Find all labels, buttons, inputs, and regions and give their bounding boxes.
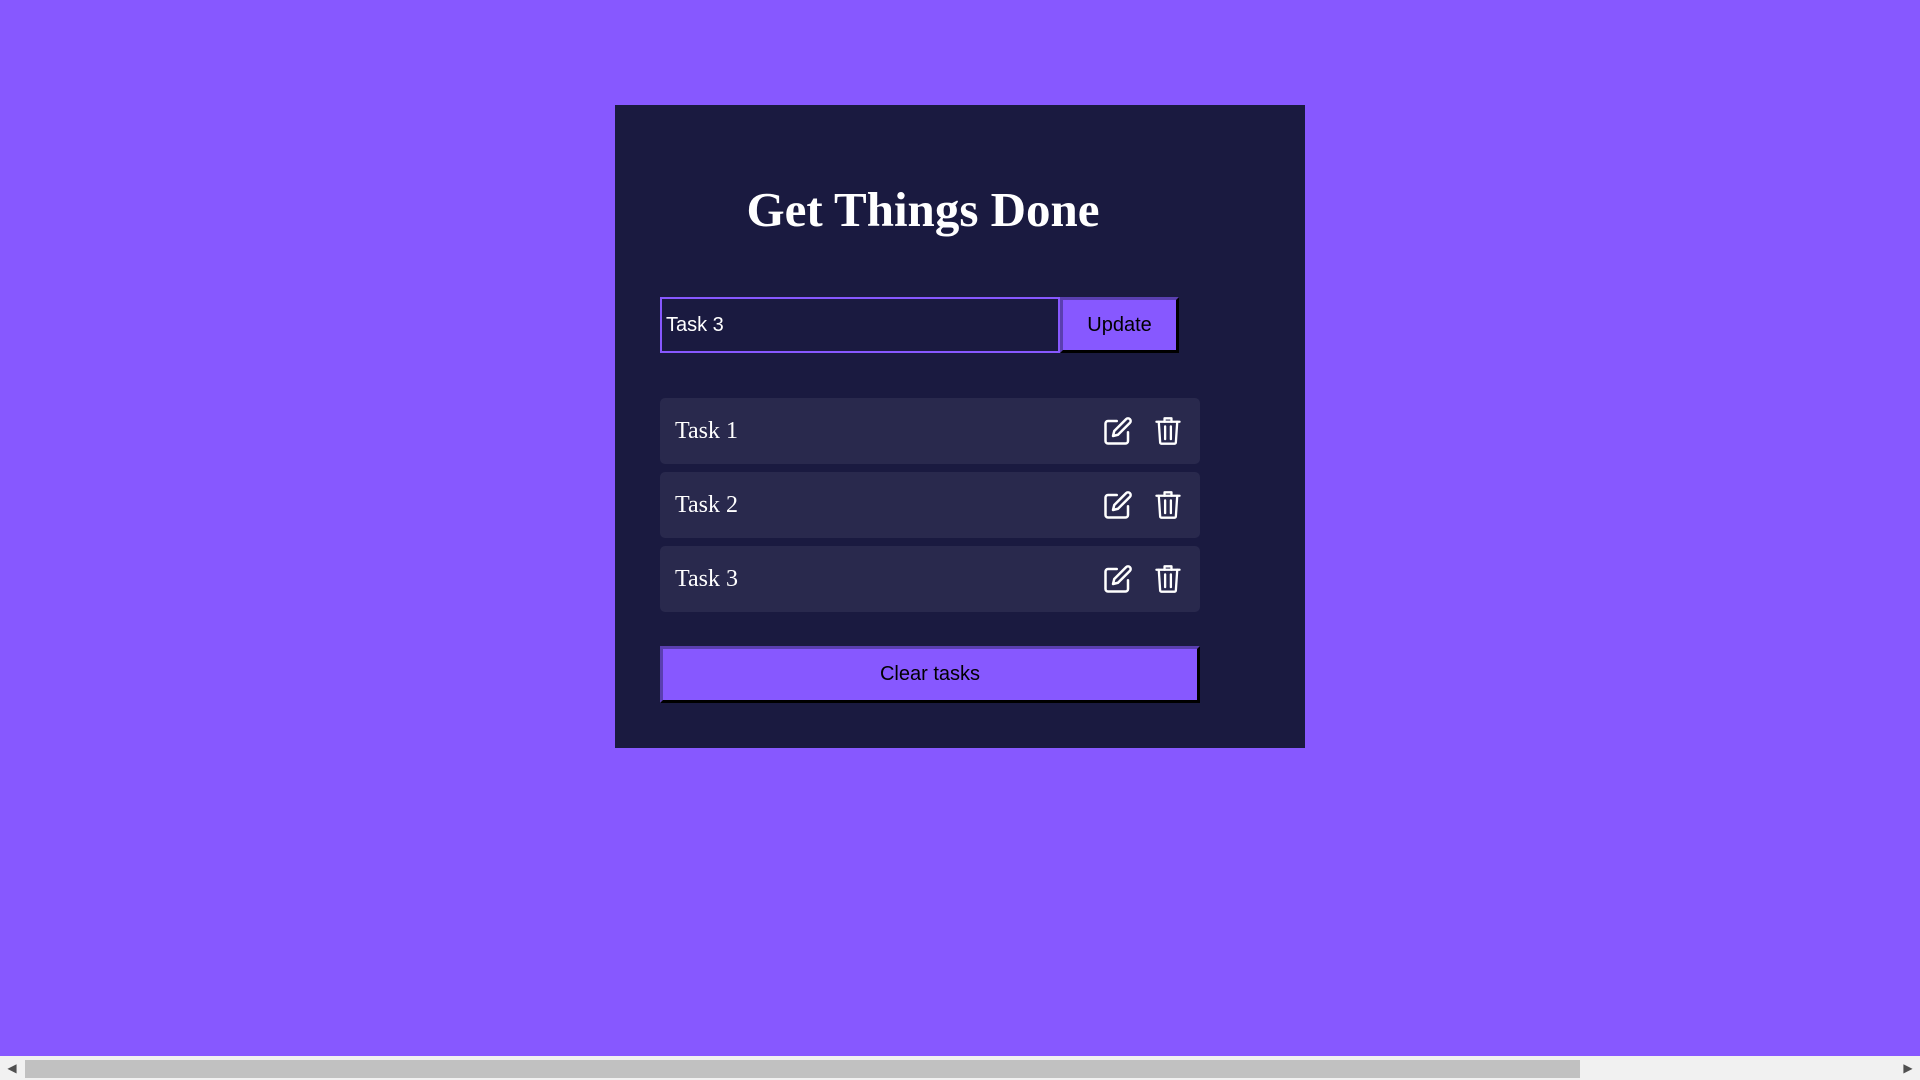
clear-tasks-button[interactable]: Clear tasks <box>660 646 1200 703</box>
task-item: Task 2 <box>660 472 1200 538</box>
update-button[interactable]: Update <box>1060 297 1179 353</box>
scrollbar-thumb[interactable] <box>25 1060 1580 1078</box>
task-form: Update <box>660 297 1179 353</box>
trash-icon[interactable] <box>1151 488 1185 522</box>
edit-icon[interactable] <box>1101 562 1135 596</box>
horizontal-scrollbar[interactable]: ◀ ▶ <box>0 1056 1920 1080</box>
task-item: Task 1 <box>660 398 1200 464</box>
task-label[interactable]: Task 2 <box>675 492 1085 519</box>
edit-icon[interactable] <box>1101 488 1135 522</box>
task-item: Task 3 <box>660 546 1200 612</box>
task-label[interactable]: Task 1 <box>675 418 1085 445</box>
scroll-right-arrow-icon[interactable]: ▶ <box>1896 1056 1920 1080</box>
scroll-left-arrow-icon[interactable]: ◀ <box>0 1056 24 1080</box>
trash-icon[interactable] <box>1151 414 1185 448</box>
task-label[interactable]: Task 3 <box>675 566 1085 593</box>
task-input[interactable] <box>660 297 1060 353</box>
page-title: Get Things Done <box>746 182 1100 237</box>
task-list: Task 1 Task 2 Task 3 <box>660 398 1200 620</box>
trash-icon[interactable] <box>1151 562 1185 596</box>
edit-icon[interactable] <box>1101 414 1135 448</box>
